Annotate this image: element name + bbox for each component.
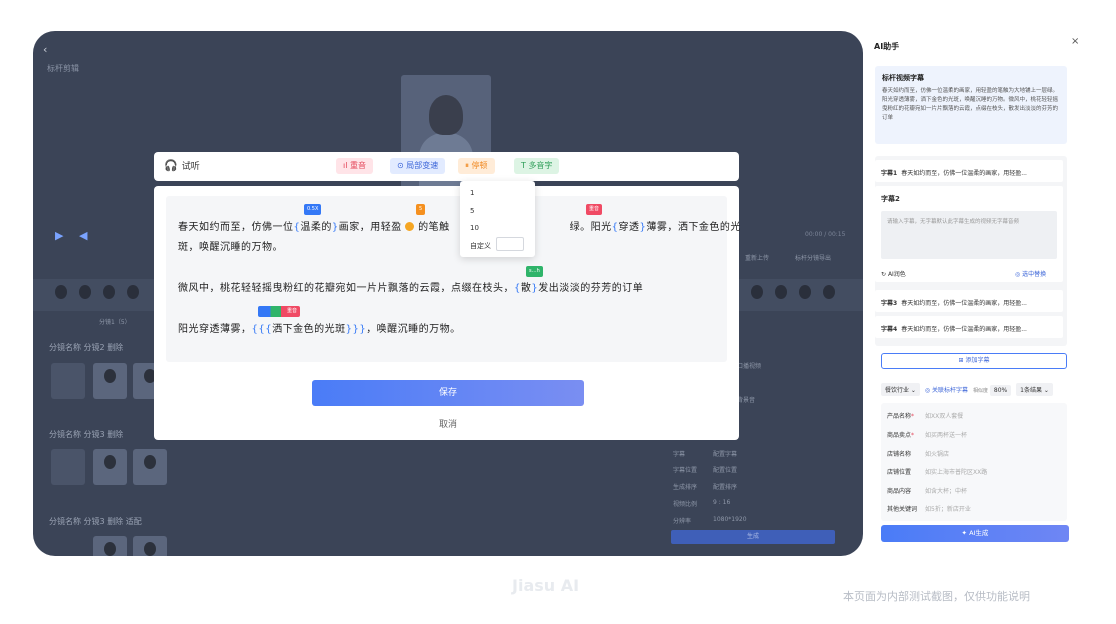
field-product-name[interactable]: 产品名称* 如XX双人套餐: [887, 411, 963, 420]
bg-group-1: 分镜名称 分镜2 删除: [49, 343, 124, 352]
bg-side-music: 背景音: [737, 397, 756, 404]
bg-pair-import: 标杆分镜导出: [795, 255, 832, 262]
disclaimer-text: 本页面为内部测试截图，仅供功能说明: [843, 590, 1030, 603]
waveform-icon: ıl: [343, 161, 350, 170]
bg-field-value: 配置位置: [713, 467, 738, 474]
bg-side-header: 口播视频: [737, 363, 762, 370]
play-icon[interactable]: ▶: [55, 229, 63, 242]
add-subtitle-button[interactable]: ⊞ 添加字幕: [881, 353, 1067, 369]
listen-button[interactable]: 🎧 试听: [164, 159, 200, 172]
bg-reupload: 重新上传: [745, 255, 770, 262]
bg-group-3: 分镜名称 分镜3 删除 适配: [49, 517, 142, 526]
pause-option[interactable]: 1: [470, 189, 474, 197]
panel-title: AI助手: [874, 42, 900, 51]
back-arrow-icon[interactable]: ‹: [43, 43, 47, 56]
bg-group-2: 分镜名称 分镜3 删除: [49, 430, 124, 439]
industry-select[interactable]: 餐饮行业 ⌄: [881, 383, 920, 396]
subtitle-list: 字幕1 春天如约而至，仿佛一位温柔的画家，用轻盈... 字幕2 请输入字幕，无字幕…: [875, 156, 1067, 346]
field-product-content[interactable]: 商品内容 如含大杯；中杯: [887, 486, 967, 495]
bg-field-value: 9 : 16: [713, 499, 731, 506]
pause-tag[interactable]: 5: [416, 204, 426, 215]
reference-subtitle-box: 标杆视频字幕 春天如约而至，仿佛一位温柔的画家，用轻盈的笔触为大地铺上一层绿。阳…: [875, 66, 1067, 144]
pause-dropdown: 1 5 10 自定义: [460, 181, 535, 257]
polyphone-chip[interactable]: T 多音字: [514, 158, 560, 174]
pause-option[interactable]: 5: [470, 207, 474, 215]
bg-field-key: 字幕位置: [673, 467, 698, 474]
bg-field-value: 配置字幕: [713, 451, 738, 458]
refresh-icon: ↻: [881, 271, 888, 278]
result-count-select[interactable]: 1条结果 ⌄: [1016, 383, 1053, 396]
bg-page-title: 标杆剪辑: [47, 64, 79, 73]
combo-tag-label: 重音: [287, 308, 298, 314]
subtitle-item[interactable]: 字幕4 春天如约而至，仿佛一位温柔的画家，用轻盈...: [875, 316, 1063, 338]
pause-option[interactable]: 10: [470, 224, 479, 232]
pause-custom-label: 自定义: [470, 242, 491, 250]
pause-dot-icon: [405, 222, 415, 231]
subtitle-item-editing: 字幕2 请输入字幕，无字幕默认此字幕生成的视频无字幕音频 ↻ AI润色 ◎ 选中…: [875, 186, 1063, 282]
subtitle-2-input[interactable]: 请输入字幕，无字幕默认此字幕生成的视频无字幕音频: [881, 211, 1057, 259]
save-button[interactable]: 保存: [312, 380, 584, 406]
generation-options: 餐饮行业 ⌄ ◎ 关联标杆字幕 相似度 80% 1条结果 ⌄: [881, 383, 1056, 396]
subtitle-editor[interactable]: 0.5X 5 重音 春天如约而至，仿佛一位{温柔的}画家，用轻盈 的笔触 绿。阳光…: [166, 196, 740, 362]
brand-watermark: Jiasu AI: [512, 576, 580, 595]
magic-wand-icon: ✦: [961, 529, 970, 537]
subtitle-edit-modal: 0.5X 5 重音 春天如约而至，仿佛一位{温柔的}画家，用轻盈 的笔触 绿。阳光…: [154, 186, 740, 440]
field-selling-point[interactable]: 商品卖点* 如买两杯送一杯: [887, 430, 967, 439]
speed-icon: ⊙: [397, 161, 407, 170]
field-shop-location[interactable]: 店铺位置 如实上海市普陀区XX路: [887, 467, 987, 476]
stress-tag[interactable]: 重音: [586, 204, 603, 215]
cancel-button[interactable]: 取消: [424, 417, 472, 430]
ref-text: 春天如约而至，仿佛一位温柔的画家，用轻盈的笔触为大地铺上一层绿。阳光穿透薄雾，洒…: [882, 88, 1059, 121]
ref-title: 标杆视频字幕: [882, 74, 924, 82]
bg-clip-label: 分镜1（5）: [99, 319, 131, 326]
ai-generate-button[interactable]: ✦ AI生成: [881, 525, 1069, 542]
bg-field-value: 1080*1920: [713, 516, 747, 523]
close-icon[interactable]: ×: [1071, 36, 1079, 47]
subtitle-2-title: 字幕2: [881, 195, 900, 203]
speed-chip[interactable]: ⊙ 局部变速: [390, 158, 446, 174]
voice-toolbar: 🎧 试听 ıl 重音 ⊙ 局部变速 ⏸ 停顿 T 多音字: [154, 152, 739, 181]
reread-chip[interactable]: ıl 重音: [336, 158, 373, 174]
combo-tag[interactable]: 重音: [258, 306, 301, 317]
pause-custom-input[interactable]: [496, 237, 524, 251]
bg-field-key: 生成排序: [673, 484, 698, 491]
replace-selected-button[interactable]: ◎ 选中替换: [1015, 269, 1046, 278]
headphones-icon: 🎧: [164, 159, 178, 172]
bg-timecode: 00:00 / 00:15: [805, 231, 846, 238]
subtitle-item[interactable]: 字幕1 春天如约而至，仿佛一位温柔的画家，用轻盈...: [875, 160, 1063, 182]
field-keywords[interactable]: 其他关键词 如5折；新店开业: [887, 504, 971, 513]
product-fields: 产品名称* 如XX双人套餐 商品卖点* 如买两杯送一杯 店铺名称 如火锅店 店铺位置如…: [881, 403, 1067, 521]
subtitle-item[interactable]: 字幕3 春天如约而至，仿佛一位温柔的画家，用轻盈...: [875, 290, 1063, 312]
ai-polish-button[interactable]: ↻ AI润色: [881, 269, 906, 278]
bg-generate-button: 生成: [671, 530, 835, 544]
similarity-label: 相似度: [972, 388, 988, 394]
speed-tag[interactable]: 0.5X: [304, 204, 322, 215]
ai-assistant-panel: AI助手 × 标杆视频字幕 春天如约而至，仿佛一位温柔的画家，用轻盈的笔触为大地…: [866, 31, 1083, 551]
volume-icon[interactable]: ◀: [79, 229, 87, 242]
bg-field-key: 视频比例: [673, 501, 698, 508]
bg-field-value: 配置排序: [713, 484, 738, 491]
polyphone-tag[interactable]: s…h: [526, 266, 543, 277]
subtitle-line-2: 微风中，桃花轻轻摇曳粉红的花瓣宛如一片片飘落的云霞，点缀在枝头，{散}发出淡淡的…: [178, 283, 644, 294]
bg-field-key: 分辨率: [673, 518, 692, 525]
link-ref-toggle[interactable]: ◎ 关联标杆字幕: [925, 387, 968, 394]
pause-chip[interactable]: ⏸ 停顿: [458, 158, 495, 174]
field-shop-name[interactable]: 店铺名称 如火锅店: [887, 449, 949, 458]
subtitle-line-3: 阳光穿透薄雾，{{{洒下金色的光斑}}}，唤醒沉睡的万物。: [178, 324, 461, 335]
similarity-select[interactable]: 80%: [989, 385, 1012, 396]
subtitle-line-1b: 斑，唤醒沉睡的万物。: [178, 242, 283, 253]
bg-field-key: 字幕: [673, 451, 686, 458]
